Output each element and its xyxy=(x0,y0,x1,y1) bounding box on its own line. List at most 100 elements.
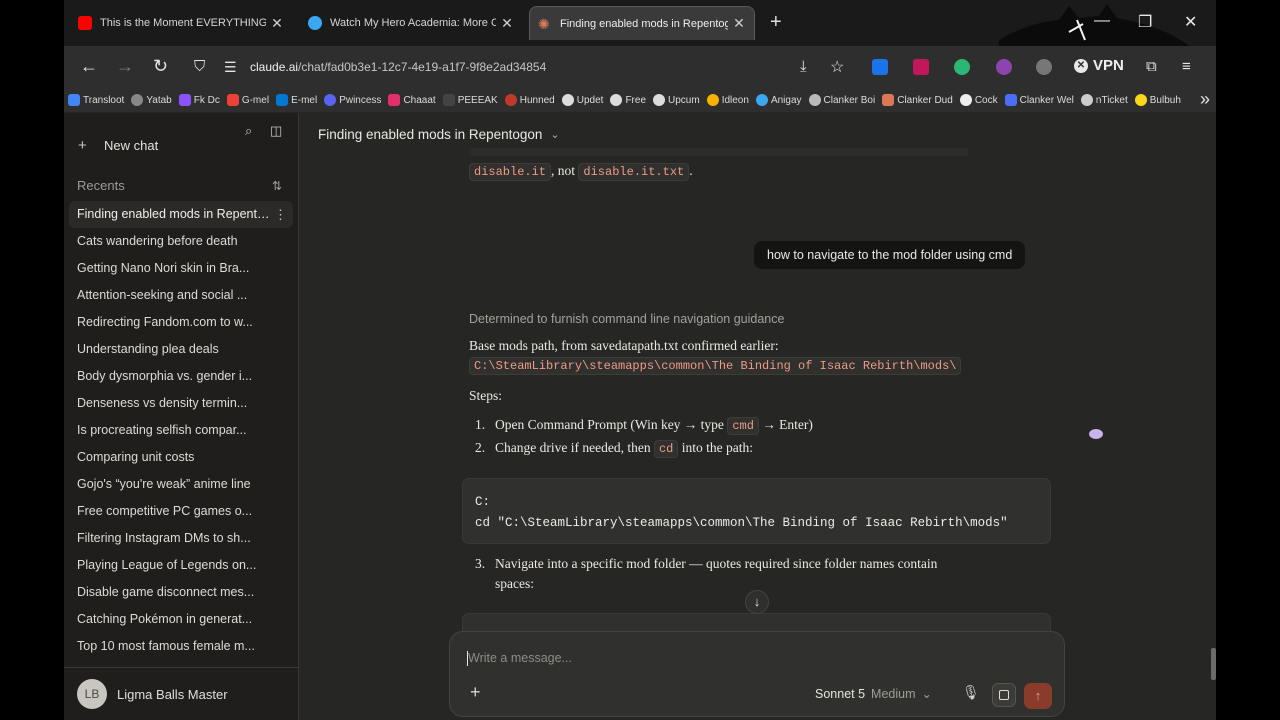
translate-extension-icon[interactable] xyxy=(872,59,888,75)
model-selector[interactable]: Sonnet 5 Medium ⌄ xyxy=(815,686,932,702)
bookmark[interactable]: Bulbuh xyxy=(1134,94,1181,106)
bookmark-label: Clanker Wel xyxy=(1019,94,1074,106)
bookmark[interactable]: Upcum xyxy=(653,94,700,106)
chat-item[interactable]: Playing League of Legends on... xyxy=(69,552,293,579)
bookmark-label: G-mel xyxy=(241,94,270,106)
bookmark[interactable]: Clanker Boi xyxy=(808,94,875,106)
bookmark[interactable]: Updet xyxy=(561,94,603,106)
text: Change drive if needed, then xyxy=(495,440,654,455)
microphone-icon[interactable]: 🎙︎ xyxy=(962,684,980,701)
maximize-icon[interactable]: ❐ xyxy=(1138,12,1152,32)
chat-item[interactable]: Denseness vs density termin... xyxy=(69,390,293,417)
bookmark[interactable]: Hunned xyxy=(504,94,555,106)
tab-title: Finding enabled mods in Repentogon xyxy=(560,17,728,30)
scroll-to-bottom-button[interactable]: ↓ xyxy=(745,590,769,614)
bookmark[interactable]: Clanker Dud xyxy=(882,94,953,106)
bookmark[interactable]: Free xyxy=(610,94,646,106)
send-button[interactable]: ↑ xyxy=(1024,683,1052,709)
message-composer: Write a message... + Sonnet 5 Medium ⌄ 🎙… xyxy=(449,631,1065,717)
close-window-icon[interactable]: ✕ xyxy=(1184,12,1197,32)
minimize-icon[interactable]: — xyxy=(1094,12,1110,30)
bookmark[interactable]: E-mel xyxy=(276,94,317,106)
back-icon[interactable]: ← xyxy=(80,56,98,77)
bookmark[interactable]: PEEEAK xyxy=(442,94,498,106)
bookmark[interactable]: Transloot xyxy=(68,94,124,106)
chat-item[interactable]: Redirecting Fandom.com to w... xyxy=(69,309,293,336)
chat-item[interactable]: Filtering Instagram DMs to sh... xyxy=(69,525,293,552)
vpn-button[interactable]: ✕ VPN xyxy=(1074,57,1124,74)
code-block[interactable]: C: cd "C:\SteamLibrary\steamapps\common\T… xyxy=(462,478,1051,544)
menu-icon[interactable]: ≡ xyxy=(1182,58,1191,75)
forward-icon[interactable]: → xyxy=(116,56,134,77)
recents-toggle-icon[interactable]: ⇅ xyxy=(272,179,282,193)
toggle-sidebar-icon[interactable]: ◫ xyxy=(270,123,282,139)
conversation-title-button[interactable]: Finding enabled mods in Repentogon ⌄ xyxy=(318,127,560,142)
scrollbar-thumb[interactable] xyxy=(1211,648,1216,680)
chat-item[interactable]: Cats wandering before death xyxy=(69,228,293,255)
chat-title: Catching Pokémon in generat... xyxy=(77,612,253,626)
shield-icon[interactable]: ⛉ xyxy=(194,58,205,75)
new-chat-button[interactable]: + New chat xyxy=(78,137,158,154)
tab-hero-academia[interactable]: Watch My Hero Academia: More Onli ✕ xyxy=(300,6,522,40)
extension-icon[interactable] xyxy=(996,59,1012,75)
chat-item[interactable]: Body dysmorphia vs. gender i... xyxy=(69,363,293,390)
bookmark[interactable]: Idleon xyxy=(706,94,749,106)
more-options-icon[interactable]: ⋮ xyxy=(274,201,287,228)
chat-item[interactable]: Catching Pokémon in generat... xyxy=(69,606,293,633)
chat-item[interactable]: Disable game disconnect mes... xyxy=(69,579,293,606)
reload-icon[interactable]: ↻ xyxy=(153,56,168,77)
chat-item[interactable]: Attention-seeking and social ... xyxy=(69,282,293,309)
chat-item-active[interactable]: Finding enabled mods in Repentogon ⋮ xyxy=(69,201,293,228)
search-icon[interactable]: ⌕ xyxy=(245,123,252,139)
bookmarks-overflow-icon[interactable]: » xyxy=(1200,88,1210,110)
user-profile-button[interactable]: LB Ligma Balls Master xyxy=(64,667,299,720)
bookmark[interactable]: Clanker Wel xyxy=(1004,94,1074,106)
list-number: 2. xyxy=(475,440,486,455)
tab-claude-active[interactable]: ✺ Finding enabled mods in Repentogon ✕ xyxy=(529,6,755,40)
chat-item[interactable]: Getting Nano Nori skin in Bra... xyxy=(69,255,293,282)
chat-item[interactable]: Top 10 most famous female m... xyxy=(69,633,293,660)
close-tab-icon[interactable]: ✕ xyxy=(732,15,746,32)
bookmark[interactable]: Cock xyxy=(959,94,998,106)
tab-title: Watch My Hero Academia: More Onli xyxy=(330,17,496,29)
bookmark[interactable]: Yatab xyxy=(131,94,172,106)
bookmark[interactable]: Pwincess xyxy=(324,94,381,106)
bookmark[interactable]: Fk Dc xyxy=(178,94,220,106)
music-extension-icon[interactable] xyxy=(954,59,970,75)
bookmark[interactable]: Chaaat xyxy=(388,94,436,106)
claude-icon: ✺ xyxy=(538,15,550,32)
close-tab-icon[interactable]: ✕ xyxy=(500,15,514,32)
list-item-step-2: 2. Change drive if needed, then cd into t… xyxy=(475,440,753,458)
bookmark[interactable]: G-mel xyxy=(226,94,270,106)
chat-item[interactable]: Is procreating selfish compar... xyxy=(69,417,293,444)
chat-item[interactable]: Gojo's “you're weak” anime line xyxy=(69,471,293,498)
thinking-summary[interactable]: Determined to furnish command line navig… xyxy=(469,312,784,326)
chat-item[interactable]: Understanding plea deals xyxy=(69,336,293,363)
voice-mode-button[interactable] xyxy=(992,683,1016,707)
bookmark-label: Fk Dc xyxy=(193,94,220,106)
new-tab-icon[interactable]: + xyxy=(770,12,782,32)
chat-item[interactable]: Comparing unit costs xyxy=(69,444,293,471)
install-app-icon[interactable]: ⤓ xyxy=(800,58,807,75)
close-tab-icon[interactable]: ✕ xyxy=(270,15,284,32)
url-field[interactable]: claude.ai/chat/fad0b3e1-12c7-4e19-a1f7-9… xyxy=(250,60,546,74)
site-settings-icon[interactable]: ☰ xyxy=(224,59,237,76)
extensions-puzzle-icon[interactable]: ⧉ xyxy=(1146,58,1157,75)
bookmark-label: Clanker Dud xyxy=(897,94,953,106)
bookmark[interactable]: nTicket xyxy=(1080,94,1128,106)
inline-code: disable.it xyxy=(469,163,552,181)
message-input[interactable]: Write a message... xyxy=(468,651,572,665)
tab-youtube[interactable]: This is the Moment EVERYTHING Fell A ✕ xyxy=(70,6,292,40)
bookmark[interactable]: Anigay xyxy=(755,94,802,106)
text: → Enter) xyxy=(758,417,813,432)
bookmark-label: Transloot xyxy=(83,94,125,106)
bookmark-star-icon[interactable]: ☆ xyxy=(830,57,844,77)
code-line: C: xyxy=(475,495,491,509)
bookmark-label: Bulbuh xyxy=(1149,94,1181,106)
glasses-extension-icon[interactable] xyxy=(1036,59,1052,75)
chat-item[interactable]: Free competitive PC games o... xyxy=(69,498,293,525)
add-attachment-icon[interactable]: + xyxy=(470,682,481,703)
avatar: LB xyxy=(77,679,107,709)
mic-extension-icon[interactable] xyxy=(913,59,929,75)
chat-title: Understanding plea deals xyxy=(77,342,219,356)
